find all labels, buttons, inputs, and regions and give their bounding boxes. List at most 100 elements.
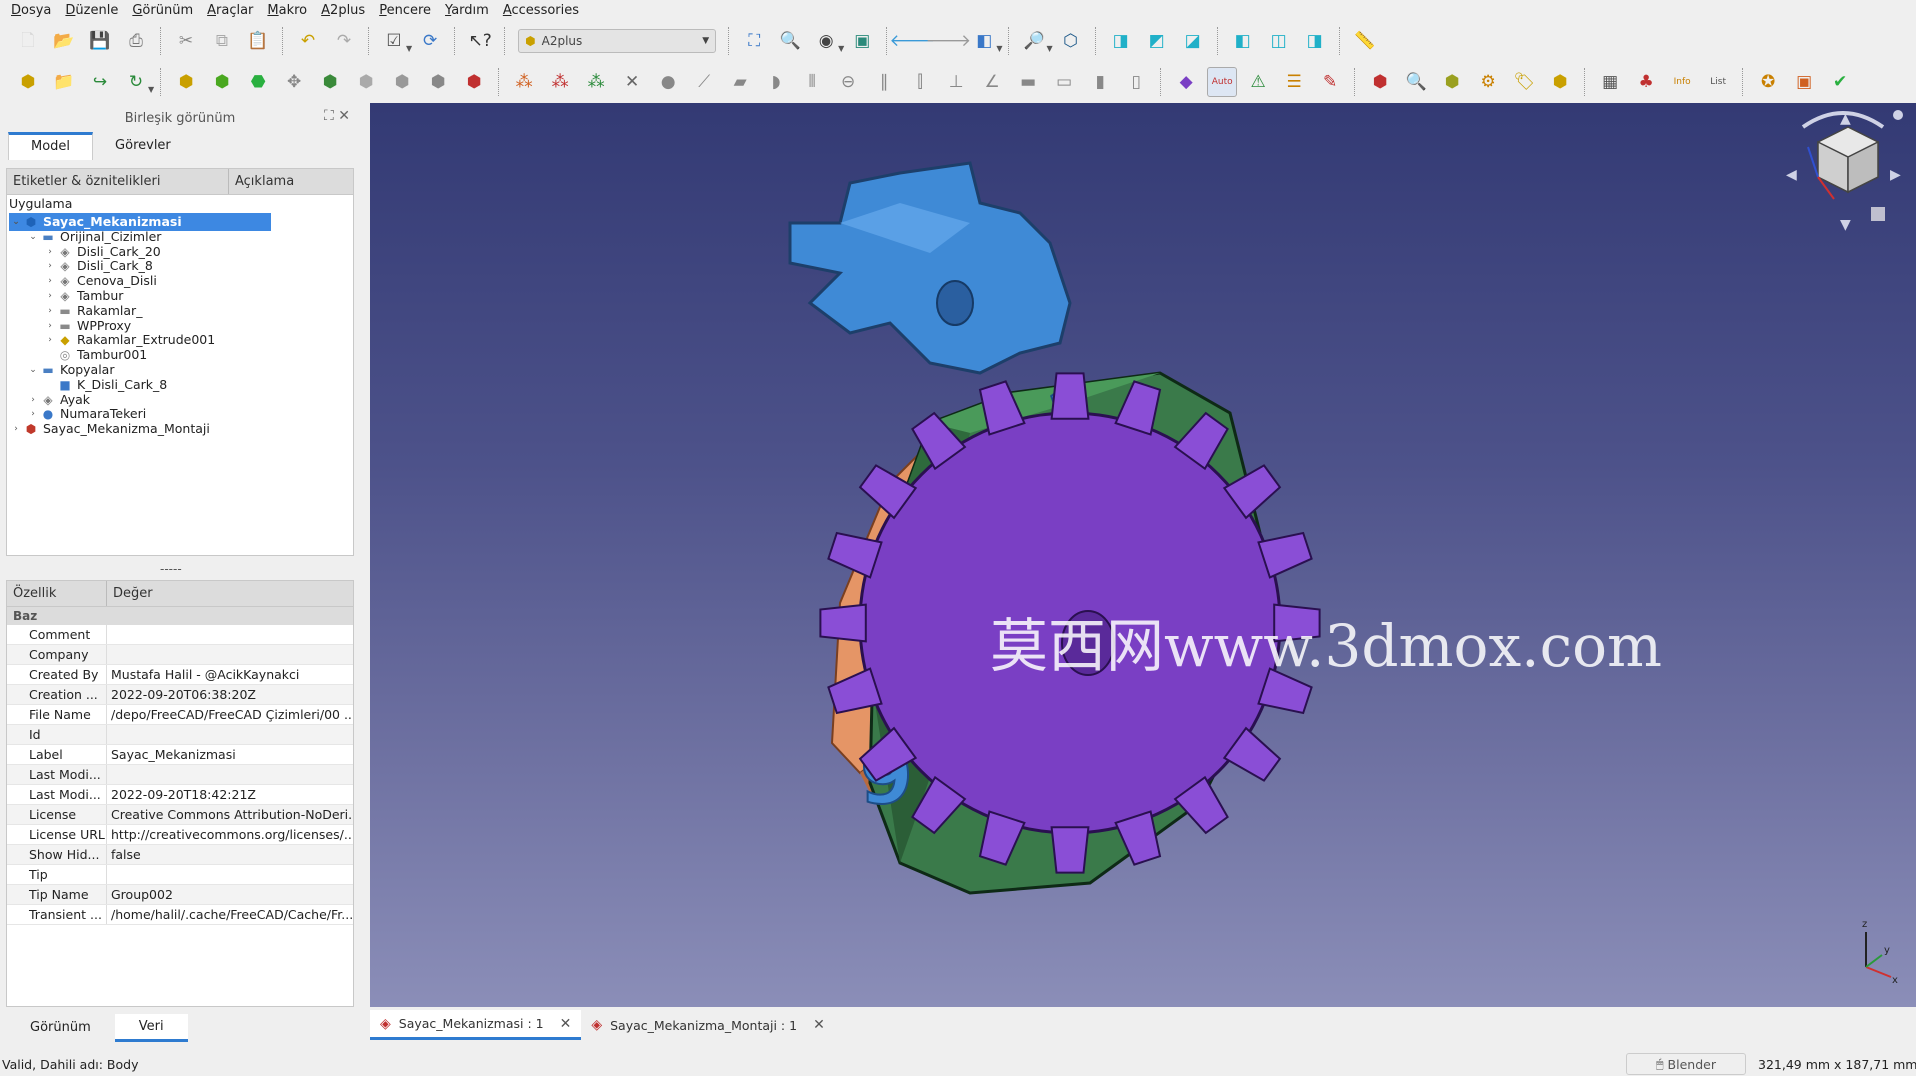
chevron-down-icon[interactable]: ▼ <box>148 85 154 94</box>
parts-list-icon[interactable]: List <box>1703 67 1733 97</box>
close-icon[interactable]: ✕ <box>813 1017 825 1033</box>
menu-dosya[interactable]: Dosya <box>4 0 58 22</box>
tree-header-description[interactable]: Açıklama <box>229 169 294 194</box>
constraint-list-icon[interactable]: ☰ <box>1279 67 1309 97</box>
edit-part-icon[interactable]: ↪ <box>85 67 115 97</box>
property-row[interactable]: Comment <box>7 625 353 645</box>
property-value[interactable]: 2022-09-20T18:42:21Z <box>107 785 353 804</box>
cut-icon[interactable]: ✂ <box>171 26 201 56</box>
property-row[interactable]: Id <box>7 725 353 745</box>
fit-all-icon[interactable]: ⛶ <box>739 26 769 56</box>
view-rear-icon[interactable]: ◧ <box>1228 26 1258 56</box>
fit-selection-icon[interactable]: 🔍 <box>775 26 805 56</box>
menu-ara-lar[interactable]: Araçlar <box>200 0 260 22</box>
axis-perpendicular-icon[interactable]: ⫿ <box>905 67 935 97</box>
part-gray-2-icon[interactable]: ⬢ <box>387 67 417 97</box>
plane-offset-icon[interactable]: ▯ <box>1121 67 1151 97</box>
property-value[interactable]: /depo/FreeCAD/FreeCAD Çizimleri/00 ... <box>107 705 353 724</box>
property-row[interactable]: Company <box>7 645 353 665</box>
auto-solve-icon[interactable]: Auto <box>1207 67 1238 97</box>
print-icon[interactable]: ⎙ <box>121 26 151 56</box>
property-value[interactable]: Mustafa Halil - @AcikKaynakci <box>107 665 353 684</box>
chevron-down-icon[interactable]: ▼ <box>1046 44 1052 53</box>
flip-direction-icon[interactable]: ⚠ <box>1243 67 1273 97</box>
menu-makro[interactable]: Makro <box>260 0 314 22</box>
property-row[interactable]: License Creative Commons Attribution-NoDe… <box>7 805 353 825</box>
tab-data[interactable]: Veri <box>114 1014 188 1042</box>
bom-icon[interactable]: ▦ <box>1595 67 1625 97</box>
property-value[interactable] <box>107 765 353 784</box>
point-identity-icon[interactable]: ● <box>653 67 683 97</box>
axis-coincident-icon[interactable]: ⊖ <box>833 67 863 97</box>
update-part-icon[interactable]: ↻ <box>121 67 151 97</box>
menu-d-zenle[interactable]: Düzenle <box>58 0 125 22</box>
solve-constraints-icon[interactable]: ◆ <box>1171 67 1201 97</box>
label-icon[interactable]: 🏷 <box>1509 67 1539 97</box>
workbench-selector[interactable]: ⬢ A2plus ▼ <box>518 29 717 53</box>
zoom-icon[interactable]: 🔎 <box>1019 26 1049 56</box>
property-row[interactable]: Last Modi... <box>7 765 353 785</box>
splitter-handle[interactable]: ----- <box>160 562 182 576</box>
check-icon[interactable]: ✔ <box>1825 67 1855 97</box>
property-value[interactable] <box>107 865 353 884</box>
3d-viewport[interactable]: 1 2 0 9 莫西网www.3dmox.com ◀ ▶ ▼ ▲ <box>370 103 1916 1007</box>
property-value[interactable] <box>107 645 353 664</box>
menu-accessories[interactable]: Accessories <box>496 0 586 22</box>
property-row[interactable]: Last Modi... 2022-09-20T18:42:21Z <box>7 785 353 805</box>
add-part-icon[interactable]: ⬢ <box>13 67 43 97</box>
property-group-baz[interactable]: Baz <box>7 607 353 625</box>
paste-icon[interactable]: 📋 <box>243 26 273 56</box>
sync-view-icon[interactable]: ◧ <box>969 26 999 56</box>
clean-up-icon[interactable]: ✪ <box>1753 67 1783 97</box>
navigation-style-button[interactable]: 🖱 Blender <box>1626 1053 1746 1075</box>
constraint-edit-icon[interactable]: ⁂ <box>545 67 575 97</box>
tab-model[interactable]: Model <box>8 132 94 160</box>
expand-arrow-icon[interactable]: ⌄ <box>9 213 23 231</box>
chevron-down-icon[interactable]: ▼ <box>996 44 1002 53</box>
property-value[interactable] <box>107 625 353 644</box>
property-row[interactable]: Tip Name Group002 <box>7 885 353 905</box>
open-folder-icon[interactable]: 📁 <box>49 67 79 97</box>
sphere-center-icon[interactable]: ◗ <box>761 67 791 97</box>
duplicate-part-icon[interactable]: ⬢ <box>315 67 345 97</box>
menu-g-r-n-m[interactable]: Görünüm <box>125 0 200 22</box>
delete-part-icon[interactable]: ⬢ <box>459 67 489 97</box>
document-tab[interactable]: ◈ Sayac_Mekanizmasi : 1 ✕ <box>370 1010 582 1040</box>
property-value[interactable]: Creative Commons Attribution-NoDeri... <box>107 805 353 824</box>
constraint-group-icon[interactable]: ⁂ <box>581 67 611 97</box>
property-row[interactable]: Transient .../home/halil/.cache/FreeCAD/… <box>7 905 353 925</box>
navigation-cube[interactable]: ◀ ▶ ▼ ▲ <box>1778 107 1908 237</box>
tree-item[interactable]: › ⬢ Sayac_Mekanizma_Montaji <box>9 420 210 438</box>
tab-tasks[interactable]: Görevler <box>93 132 193 160</box>
part-gray-icon[interactable]: ⬢ <box>351 67 381 97</box>
expand-arrow-icon[interactable]: › <box>9 420 23 438</box>
tab-view[interactable]: Görünüm <box>6 1014 115 1042</box>
delete-constraint-icon[interactable]: ✕ <box>617 67 647 97</box>
property-value[interactable] <box>107 725 353 744</box>
property-value[interactable]: Group002 <box>107 885 353 904</box>
property-value-header[interactable]: Değer <box>107 581 153 606</box>
point-on-plane-icon[interactable]: ▰ <box>725 67 755 97</box>
document-tab[interactable]: ◈ Sayac_Mekanizma_Montaji : 1 ✕ <box>581 1010 834 1040</box>
selection-debug-icon[interactable]: ⬢ <box>1365 67 1395 97</box>
plane-coincident-icon[interactable]: ▭ <box>1049 67 1079 97</box>
property-row[interactable]: Tip <box>7 865 353 885</box>
float-close-icon[interactable]: ⛶ ✕ <box>324 108 350 124</box>
save-icon[interactable]: 💾 <box>85 26 115 56</box>
center-of-mass-icon[interactable]: ▮ <box>1085 67 1115 97</box>
back-arrow-icon[interactable]: 🡐 <box>890 26 936 56</box>
view-isometric-icon[interactable]: ⬡ <box>1056 26 1086 56</box>
chevron-down-icon[interactable]: ▼ <box>406 44 412 53</box>
property-row[interactable]: Creation ... 2022-09-20T06:38:20Z <box>7 685 353 705</box>
redo-icon[interactable]: ↷ <box>329 26 359 56</box>
expand-arrow-icon[interactable]: ⌄ <box>26 361 40 379</box>
expand-arrow-icon[interactable]: ⌄ <box>26 228 40 246</box>
chevron-down-icon[interactable]: ▼ <box>838 44 844 53</box>
move-part-icon[interactable]: ✥ <box>279 67 309 97</box>
property-name-header[interactable]: Özellik <box>7 581 107 606</box>
view-left-icon[interactable]: ◨ <box>1300 26 1330 56</box>
view-front-icon[interactable]: ◨ <box>1106 26 1136 56</box>
constraint-viewer-icon[interactable]: ✎ <box>1315 67 1345 97</box>
view-bottom-icon[interactable]: ◫ <box>1264 26 1294 56</box>
convert-part-icon[interactable]: ⬢ <box>423 67 453 97</box>
